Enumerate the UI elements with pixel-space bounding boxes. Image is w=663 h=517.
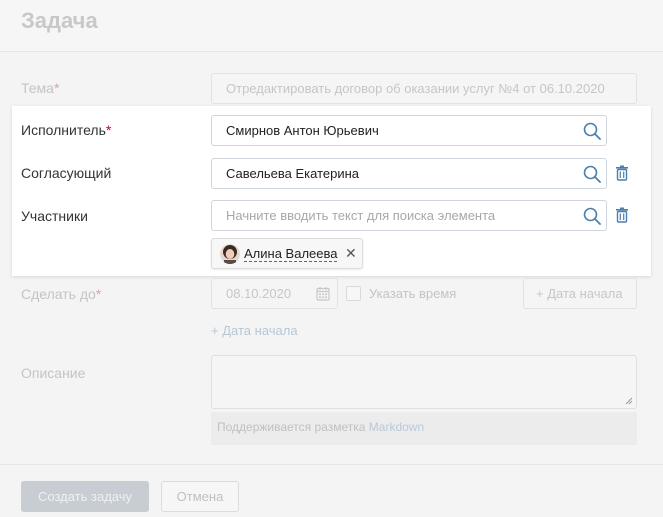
approver-input[interactable]: Савельева Екатерина — [211, 158, 607, 189]
participants-search-input[interactable]: Начните вводить текст для поиска элемент… — [211, 200, 607, 231]
resize-handle-icon[interactable] — [625, 397, 633, 405]
topic-input[interactable]: Отредактировать договор об оказании услу… — [211, 73, 637, 104]
avatar — [220, 244, 240, 264]
cancel-button[interactable]: Отмена — [161, 481, 239, 512]
create-task-button[interactable]: Создать задачу — [21, 481, 149, 512]
due-date-input[interactable]: 08.10.2020 — [211, 278, 338, 309]
participant-chip[interactable]: Алина Валеева ✕ — [211, 238, 363, 269]
topic-label: Тема* — [21, 80, 60, 96]
people-panel: Исполнитель* Смирнов Антон Юрьевич Согла… — [12, 106, 651, 276]
specify-time-label: Указать время — [369, 286, 457, 301]
markdown-link[interactable]: Markdown — [369, 420, 424, 434]
dialog-footer: Создать задачу Отмена — [0, 464, 663, 517]
calendar-icon[interactable] — [316, 286, 330, 301]
markdown-hint: Поддерживается разметка Markdown — [211, 412, 637, 445]
add-start-date-link[interactable]: + Дата начала — [211, 323, 298, 338]
trash-icon[interactable] — [615, 207, 629, 223]
search-icon[interactable] — [583, 165, 601, 183]
add-start-date-button[interactable]: + Дата начала — [523, 278, 637, 309]
assignee-label: Исполнитель* — [21, 122, 112, 138]
trash-icon[interactable] — [615, 165, 629, 181]
assignee-input[interactable]: Смирнов Антон Юрьевич — [211, 115, 607, 146]
participants-label: Участники — [21, 208, 88, 224]
description-label: Описание — [21, 365, 86, 381]
approver-label: Согласующий — [21, 165, 112, 181]
specify-time-checkbox[interactable] — [346, 286, 361, 301]
search-icon[interactable] — [583, 122, 601, 140]
due-label: Сделать до* — [21, 286, 102, 302]
participant-name[interactable]: Алина Валеева — [244, 247, 338, 262]
close-icon[interactable]: ✕ — [345, 245, 357, 262]
dialog-title: Задача — [21, 8, 98, 33]
dialog-header: Задача — [0, 0, 663, 52]
description-textarea[interactable] — [211, 355, 637, 409]
search-icon[interactable] — [583, 207, 601, 225]
